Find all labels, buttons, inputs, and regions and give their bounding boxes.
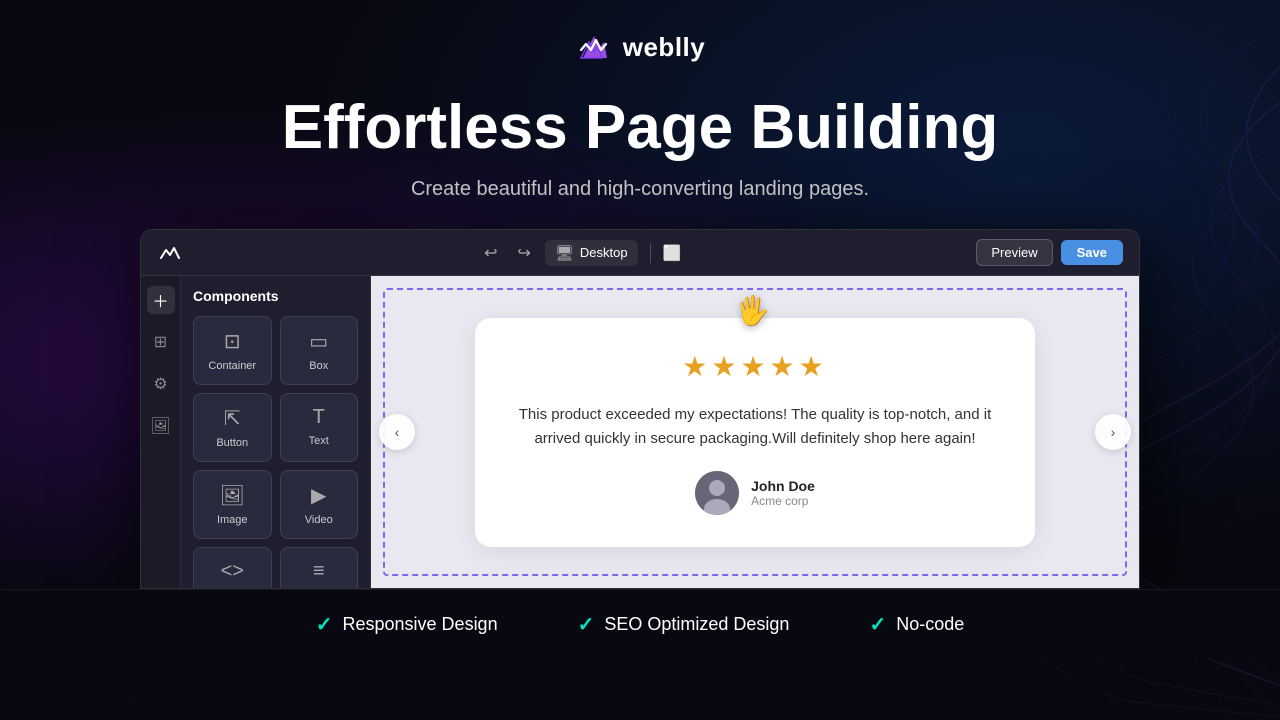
panel-title: Components xyxy=(193,288,358,304)
feature-responsive: ✓ Responsive Design xyxy=(316,612,498,637)
device-selector[interactable]: 🖥 Desktop xyxy=(545,240,638,266)
builder-window: ↩ ↪ 🖥 Desktop ⬜ Preview Save ＋ ⊞ ⚙ xyxy=(140,229,1140,589)
video-icon: ▶ xyxy=(311,483,326,508)
image-icon: 🖼 xyxy=(220,483,245,508)
undo-button[interactable]: ↩ xyxy=(478,239,503,267)
component-container[interactable]: ⊡ Container xyxy=(193,316,272,385)
reviewer-details: John Doe Acme corp xyxy=(751,478,815,508)
components-grid: ⊡ Container ▭ Box ⇱ Button T Text xyxy=(193,316,358,588)
component-video[interactable]: ▶ Video xyxy=(280,470,359,539)
logo-bar: weblly xyxy=(575,28,705,66)
toolbar: ↩ ↪ 🖥 Desktop ⬜ Preview Save xyxy=(141,230,1139,276)
text-icon: T xyxy=(313,406,325,429)
reviewer-avatar xyxy=(695,471,739,515)
weblly-logo-icon xyxy=(575,28,613,66)
component-button[interactable]: ⇱ Button xyxy=(193,393,272,462)
box-icon: ▭ xyxy=(309,329,328,354)
hero-title: Effortless Page Building xyxy=(282,94,999,162)
check-icon-responsive: ✓ xyxy=(316,612,333,637)
feature-seo: ✓ SEO Optimized Design xyxy=(578,612,790,637)
main-content: weblly Effortless Page Building Create b… xyxy=(0,0,1280,720)
divider xyxy=(650,243,651,263)
component-image-label: Image xyxy=(217,514,248,526)
toolbar-right: Preview Save xyxy=(976,239,1123,266)
reviewer-name: John Doe xyxy=(751,478,815,494)
toolbar-center: ↩ ↪ 🖥 Desktop ⬜ xyxy=(478,239,681,267)
desktop-icon: 🖥 xyxy=(555,244,574,262)
testimonial-text: This product exceeded my expectations! T… xyxy=(515,403,995,451)
device-label: Desktop xyxy=(580,245,628,260)
list-icon: ≡ xyxy=(313,560,325,583)
canvas-content: 🖐 ★★★★★ This product exceeded my expecta… xyxy=(371,276,1139,588)
component-list[interactable]: ≡ List xyxy=(280,547,359,588)
check-icon-seo: ✓ xyxy=(578,612,595,637)
media-icon-btn[interactable]: 🖼 xyxy=(147,412,175,440)
reviewer-info: John Doe Acme corp xyxy=(515,471,995,515)
feature-seo-label: SEO Optimized Design xyxy=(604,614,789,635)
testimonial-next-button[interactable]: › xyxy=(1095,414,1131,450)
features-bar: ✓ Responsive Design ✓ SEO Optimized Desi… xyxy=(0,589,1280,659)
toolbar-logo-icon xyxy=(157,240,183,266)
component-box[interactable]: ▭ Box xyxy=(280,316,359,385)
sidebar-icons: ＋ ⊞ ⚙ 🖼 xyxy=(141,276,181,588)
button-icon: ⇱ xyxy=(224,406,241,431)
feature-responsive-label: Responsive Design xyxy=(343,614,498,635)
preview-button[interactable]: Preview xyxy=(976,239,1052,266)
component-text[interactable]: T Text xyxy=(280,393,359,462)
component-video-label: Video xyxy=(305,514,333,526)
rating-stars: ★★★★★ xyxy=(515,350,995,383)
save-button[interactable]: Save xyxy=(1061,240,1123,265)
component-container-label: Container xyxy=(208,360,256,372)
component-text-label: Text xyxy=(309,435,329,447)
feature-nocode: ✓ No-code xyxy=(869,612,964,637)
settings-icon-btn[interactable]: ⚙ xyxy=(147,370,175,398)
builder-main: ＋ ⊞ ⚙ 🖼 Components ⊡ Container ▭ Box xyxy=(141,276,1139,588)
component-html[interactable]: <> Html xyxy=(193,547,272,588)
canvas-inner: 🖐 ★★★★★ This product exceeded my expecta… xyxy=(371,276,1139,588)
layers-icon-btn[interactable]: ⊞ xyxy=(147,328,175,356)
feature-nocode-label: No-code xyxy=(896,614,964,635)
html-icon: <> xyxy=(221,560,244,583)
testimonial-card: ★★★★★ This product exceeded my expectati… xyxy=(475,318,1035,547)
add-icon-btn[interactable]: ＋ xyxy=(147,286,175,314)
redo-button[interactable]: ↪ xyxy=(511,239,536,267)
reviewer-company: Acme corp xyxy=(751,494,815,508)
hero-subtitle: Create beautiful and high-converting lan… xyxy=(411,178,869,201)
component-button-label: Button xyxy=(216,437,248,449)
cursor-hand-icon: 🖐 xyxy=(735,294,770,327)
component-box-label: Box xyxy=(309,360,328,372)
canvas-area[interactable]: 🖐 ★★★★★ This product exceeded my expecta… xyxy=(371,276,1139,588)
logo-text: weblly xyxy=(623,32,705,63)
check-icon-nocode: ✓ xyxy=(869,612,886,637)
components-panel: Components ⊡ Container ▭ Box ⇱ Button xyxy=(181,276,371,588)
tablet-icon: ⬜ xyxy=(663,244,682,262)
container-icon: ⊡ xyxy=(224,329,241,354)
component-image[interactable]: 🖼 Image xyxy=(193,470,272,539)
testimonial-prev-button[interactable]: ‹ xyxy=(379,414,415,450)
